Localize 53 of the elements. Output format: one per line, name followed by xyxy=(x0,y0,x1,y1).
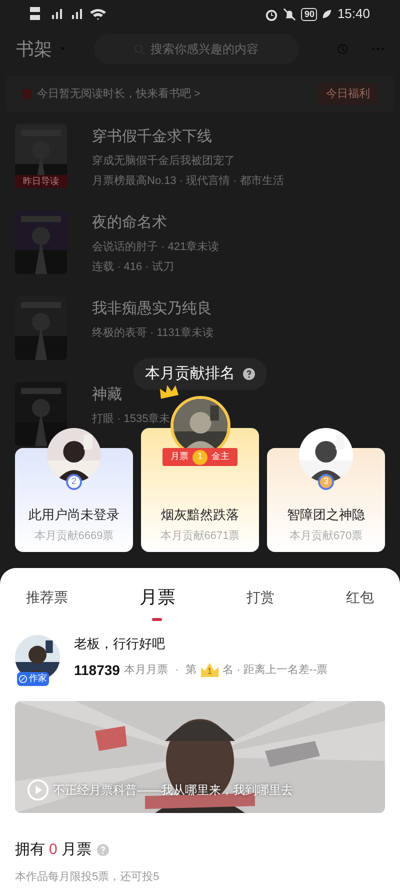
vote-tab[interactable]: 月票 xyxy=(139,584,176,620)
book-info: 打眼 · 1535章未 xyxy=(92,412,170,426)
author-message: 老板，行行好吧 xyxy=(74,635,166,653)
rank-medal: 2 xyxy=(66,474,82,490)
vote-tab[interactable]: 红包 xyxy=(346,586,374,618)
book-meta: 连载 · 416 · 试刀 xyxy=(92,260,174,275)
contribution-count: 本月贡献6671票 xyxy=(160,528,240,544)
separator-dot: · xyxy=(174,662,179,678)
vote-tab[interactable]: 推荐票 xyxy=(26,586,68,618)
leaf-icon xyxy=(322,9,332,19)
rank-crown: 1 xyxy=(200,663,219,677)
ribbon-label: 金主 xyxy=(212,450,230,464)
book-title[interactable]: 穿书假千金求下线 xyxy=(92,126,212,148)
pen-icon xyxy=(19,675,27,683)
clock-time: 15:40 xyxy=(337,5,370,24)
book-title[interactable]: 我非痴愚实乃纯良 xyxy=(92,298,212,320)
ribbon-label: 月票 xyxy=(170,450,188,464)
book-info: 穿成无脑假千金后我被团宠了 xyxy=(92,154,235,168)
book-info: 终极的表哥 · 1131章未读 xyxy=(92,326,214,340)
book-info: 会说话的肘子 · 421章未读 xyxy=(92,240,220,254)
contribution-count: 本月贡献6669票 xyxy=(34,528,114,544)
battery-level: 90 xyxy=(301,8,318,20)
contribution-count: 本月贡献670票 xyxy=(289,528,363,544)
book-title[interactable]: 夜的命名术 xyxy=(92,212,167,234)
muted-bell-icon xyxy=(283,8,296,20)
welfare-button[interactable]: 今日福利 xyxy=(318,82,378,106)
rank-medal: 3 xyxy=(318,474,334,490)
book-meta: 月票榜最高No.13 · 现代言情 · 都市生活 xyxy=(92,174,284,189)
ranking-title: 本月贡献排名 xyxy=(145,364,235,384)
search-placeholder: 搜索你感兴趣的内容 xyxy=(150,41,259,58)
contributor-name[interactable]: 智障团之神隐 xyxy=(287,505,365,524)
writer-badge: 作家 xyxy=(17,672,49,686)
shelf-title[interactable]: 书架 xyxy=(16,36,52,62)
contributor-name[interactable]: 烟灰黯然跌落 xyxy=(160,505,239,524)
calendar-icon xyxy=(22,89,32,99)
alarm-icon xyxy=(265,8,278,20)
banner-text: 今日暂无阅读时长，快来看书吧 > xyxy=(37,86,202,102)
crown-icon xyxy=(157,382,180,400)
rank-prefix: 第 xyxy=(186,662,197,678)
play-icon[interactable] xyxy=(27,778,49,800)
own-label: 拥有 xyxy=(15,840,45,860)
own-unit: 月票 xyxy=(61,840,92,860)
book-title[interactable]: 神藏 xyxy=(92,384,122,406)
rank-medal: 1 xyxy=(192,450,208,464)
rank-suffix: 名 · 距离上一名差--票 xyxy=(222,662,328,678)
vote-count: 118739 xyxy=(74,660,120,680)
vote-count-label: 本月月票 xyxy=(124,662,168,678)
vote-limit-note: 本作品每月限投5票，还可投5 xyxy=(14,870,160,885)
contributor-name[interactable]: 此用户尚未登录 xyxy=(28,505,120,524)
own-count: 0 xyxy=(49,840,58,860)
book-badge: 昨日导读 xyxy=(15,174,67,188)
help-icon[interactable] xyxy=(243,368,255,380)
vote-tab[interactable]: 打赏 xyxy=(246,586,275,618)
